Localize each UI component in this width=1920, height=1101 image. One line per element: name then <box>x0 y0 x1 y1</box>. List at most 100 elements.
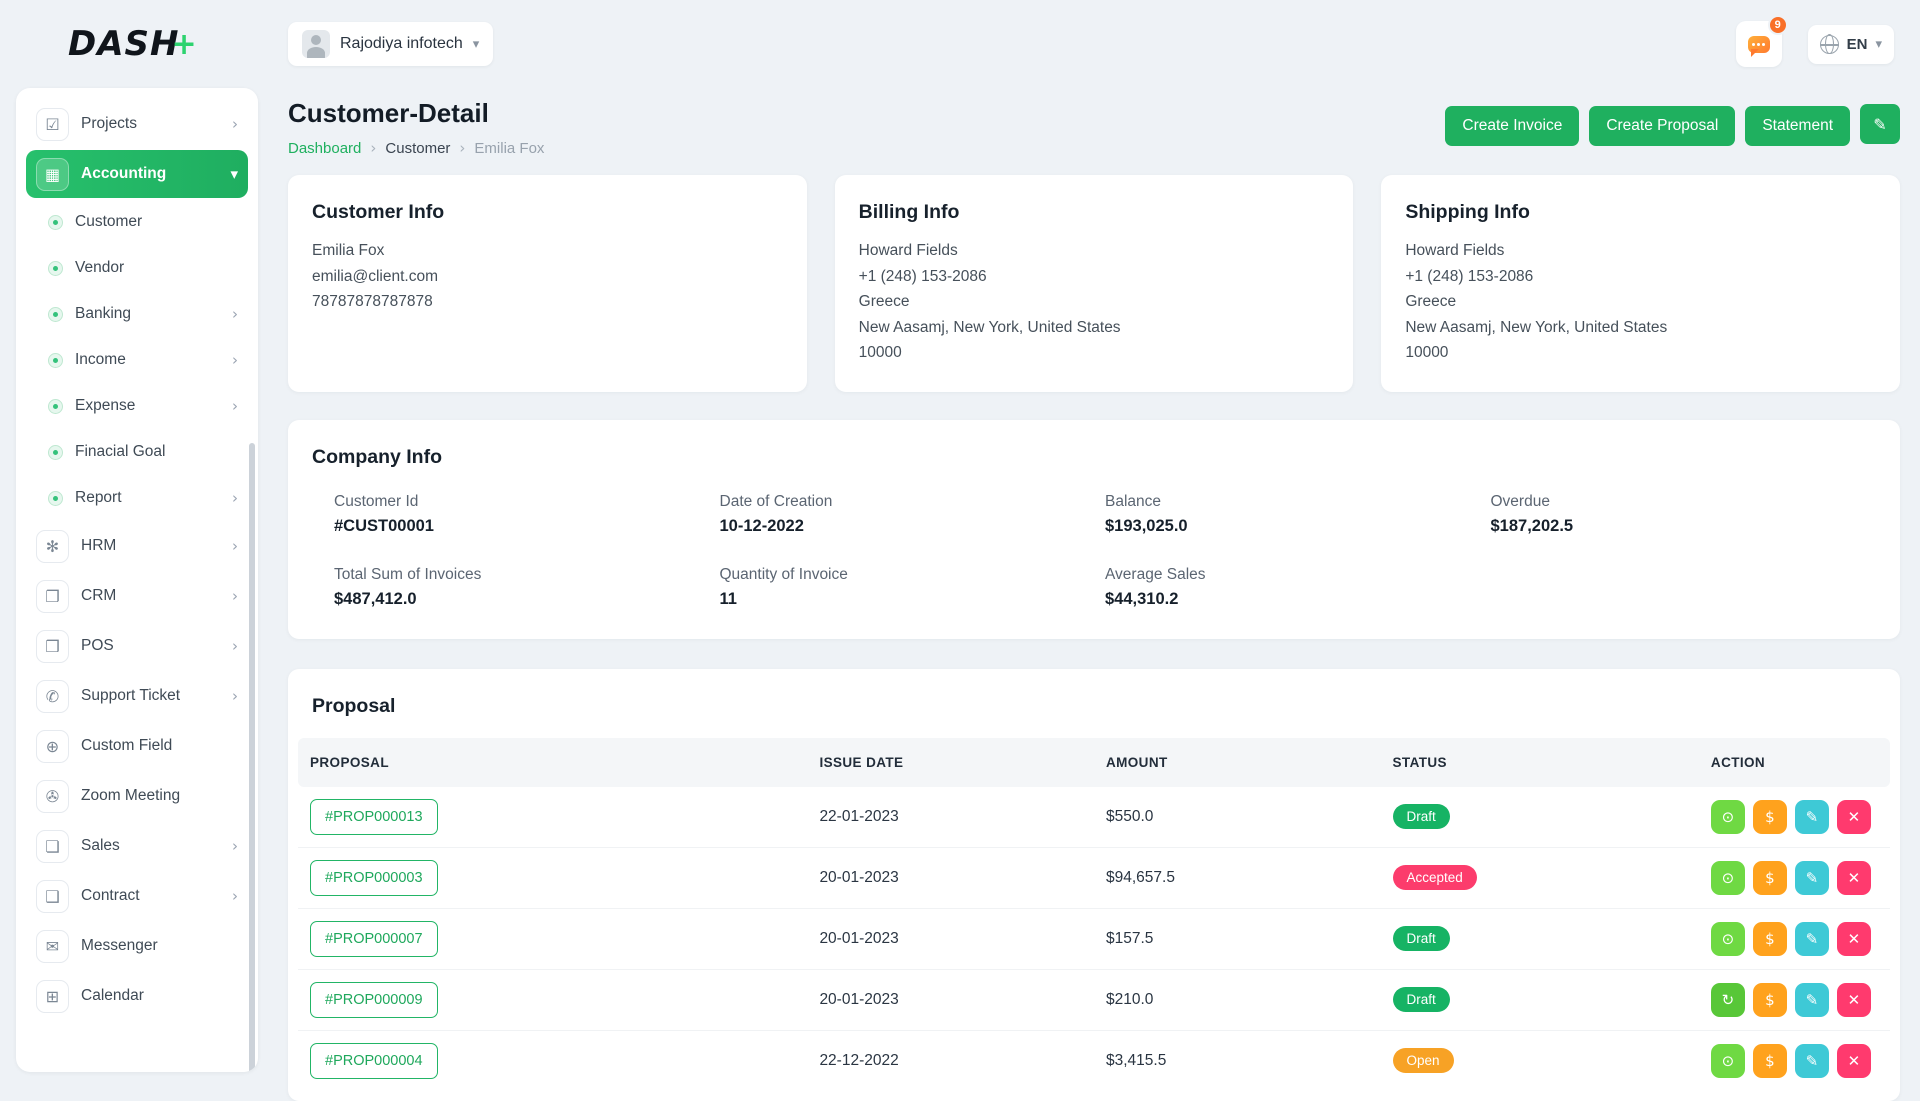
customer-info-card: Customer Info Emilia Foxemilia@client.co… <box>288 175 807 392</box>
column-header-status: STATUS <box>1381 738 1699 787</box>
eye-action-button[interactable]: ⊙ <box>1711 861 1745 895</box>
trash-action-button[interactable]: ✕ <box>1837 983 1871 1017</box>
sidebar-item-expense[interactable]: Expense› <box>26 384 248 428</box>
amount-cell: $157.5 <box>1094 908 1381 969</box>
sidebar-item-banking[interactable]: Banking› <box>26 292 248 336</box>
sidebar-item-crm[interactable]: ❐CRM› <box>26 572 248 620</box>
proposal-card: Proposal PROPOSALISSUE DATEAMOUNTSTATUSA… <box>288 669 1900 1101</box>
notifications-button[interactable]: 9 <box>1736 21 1782 67</box>
edit-action-button[interactable]: ✎ <box>1795 922 1829 956</box>
messenger-icon: ✉ <box>36 930 69 963</box>
sidebar-item-calendar[interactable]: ⊞Calendar <box>26 972 248 1020</box>
sidebar-scrollbar[interactable] <box>249 443 255 1072</box>
chevron-right-icon: › <box>232 687 238 705</box>
proposal-table-head: PROPOSALISSUE DATEAMOUNTSTATUSACTION <box>298 738 1890 787</box>
breadcrumb: Dashboard›Customer›Emilia Fox <box>288 139 544 157</box>
info-line: 10000 <box>859 340 1330 366</box>
sidebar-item-income[interactable]: Income› <box>26 338 248 382</box>
trash-action-button[interactable]: ✕ <box>1837 800 1871 834</box>
eye-action-button[interactable]: ⊙ <box>1711 800 1745 834</box>
shipping-info-card: Shipping Info Howard Fields+1 (248) 153-… <box>1381 175 1900 392</box>
trash-action-button[interactable]: ✕ <box>1837 1044 1871 1078</box>
company-selector[interactable]: Rajodiya infotech ▾ <box>288 22 493 66</box>
chevron-right-icon: › <box>232 637 238 655</box>
breadcrumb-dashboard[interactable]: Dashboard <box>288 140 361 157</box>
chat-bubble-icon <box>1748 36 1770 53</box>
trash-action-button[interactable]: ✕ <box>1837 922 1871 956</box>
trash-action-button[interactable]: ✕ <box>1837 861 1871 895</box>
sidebar-item-finacial-goal[interactable]: Finacial Goal <box>26 430 248 474</box>
sidebar-item-vendor[interactable]: Vendor <box>26 246 248 290</box>
edit-action-button[interactable]: ✎ <box>1795 800 1829 834</box>
sidebar-item-support-ticket[interactable]: ✆Support Ticket› <box>26 672 248 720</box>
accounting-icon: ▦ <box>36 158 69 191</box>
sidebar-item-pos[interactable]: ❒POS› <box>26 622 248 670</box>
sidebar-item-report[interactable]: Report› <box>26 476 248 520</box>
hrm-icon: ✻ <box>36 530 69 563</box>
company-avatar <box>302 30 330 58</box>
sidebar-item-contract[interactable]: ❑Contract› <box>26 872 248 920</box>
refresh-action-button[interactable]: ↻ <box>1711 983 1745 1017</box>
edit-action-button[interactable]: ✎ <box>1795 861 1829 895</box>
breadcrumb-emilia-fox: Emilia Fox <box>474 140 544 157</box>
row-actions: ⊙$✎✕ <box>1711 922 1878 956</box>
sidebar-item-hrm[interactable]: ✻HRM› <box>26 522 248 570</box>
field-value: $487,412.0 <box>334 590 720 609</box>
app-logo[interactable]: DASH + <box>0 24 262 64</box>
eye-action-button[interactable]: ⊙ <box>1711 922 1745 956</box>
sidebar-item-label: Finacial Goal <box>75 443 165 461</box>
card-title: Billing Info <box>859 201 1330 224</box>
page-header: Customer-Detail Dashboard›Customer›Emili… <box>288 98 1900 157</box>
edit-pencil-icon: ✎ <box>1873 115 1886 134</box>
column-header-amount: AMOUNT <box>1094 738 1381 787</box>
contract-icon: ❑ <box>36 880 69 913</box>
info-line: Howard Fields <box>859 238 1330 264</box>
info-line: 78787878787878 <box>312 289 783 315</box>
sidebar-item-accounting[interactable]: ▦Accounting▾ <box>26 150 248 198</box>
zoom-meeting-icon: ✇ <box>36 780 69 813</box>
edit-action-button[interactable]: ✎ <box>1795 983 1829 1017</box>
edit-customer-button[interactable]: ✎ <box>1860 104 1900 144</box>
proposal-id-button[interactable]: #PROP000009 <box>310 982 438 1018</box>
sidebar-item-label: Custom Field <box>81 737 172 755</box>
breadcrumb-separator-icon: › <box>370 139 376 157</box>
proposal-id-button[interactable]: #PROP000007 <box>310 921 438 957</box>
proposal-id-button[interactable]: #PROP000004 <box>310 1043 438 1079</box>
statement-button[interactable]: Statement <box>1745 106 1850 146</box>
dollar-action-button[interactable]: $ <box>1753 861 1787 895</box>
breadcrumb-customer[interactable]: Customer <box>385 140 450 157</box>
column-header-issue-date: ISSUE DATE <box>807 738 1094 787</box>
sidebar-item-projects[interactable]: ☑Projects› <box>26 100 248 148</box>
custom-field-icon: ⊕ <box>36 730 69 763</box>
sidebar-item-zoom-meeting[interactable]: ✇Zoom Meeting <box>26 772 248 820</box>
info-line: +1 (248) 153-2086 <box>1405 264 1876 290</box>
eye-action-button[interactable]: ⊙ <box>1711 1044 1745 1078</box>
status-badge: Draft <box>1393 926 1450 951</box>
field-label: Total Sum of Invoices <box>334 566 720 584</box>
sidebar-item-messenger[interactable]: ✉Messenger <box>26 922 248 970</box>
dollar-action-button[interactable]: $ <box>1753 922 1787 956</box>
sidebar-item-sales[interactable]: ❏Sales› <box>26 822 248 870</box>
sidebar-item-custom-field[interactable]: ⊕ Custom Field <box>26 722 248 770</box>
company-field-date-of-creation: Date of Creation10-12-2022 <box>720 493 1106 536</box>
dollar-action-button[interactable]: $ <box>1753 800 1787 834</box>
sidebar-item-customer[interactable]: Customer <box>26 200 248 244</box>
field-value: $187,202.5 <box>1491 517 1877 536</box>
edit-action-button[interactable]: ✎ <box>1795 1044 1829 1078</box>
table-row: #PROP00000422-12-2022$3,415.5Open⊙$✎✕ <box>298 1030 1890 1091</box>
row-actions: ⊙$✎✕ <box>1711 800 1878 834</box>
create-invoice-button[interactable]: Create Invoice <box>1445 106 1579 146</box>
proposal-id-button[interactable]: #PROP000003 <box>310 860 438 896</box>
info-line: 10000 <box>1405 340 1876 366</box>
field-label: Date of Creation <box>720 493 1106 511</box>
proposal-id-button[interactable]: #PROP000013 <box>310 799 438 835</box>
create-proposal-button[interactable]: Create Proposal <box>1589 106 1735 146</box>
amount-cell: $94,657.5 <box>1094 847 1381 908</box>
amount-cell: $210.0 <box>1094 969 1381 1030</box>
info-line: New Aasamj, New York, United States <box>1405 315 1876 341</box>
logo-text: DASH <box>68 24 179 64</box>
language-selector[interactable]: EN ▾ <box>1808 25 1894 64</box>
company-field-average-sales: Average Sales$44,310.2 <box>1105 566 1491 609</box>
dollar-action-button[interactable]: $ <box>1753 1044 1787 1078</box>
dollar-action-button[interactable]: $ <box>1753 983 1787 1017</box>
